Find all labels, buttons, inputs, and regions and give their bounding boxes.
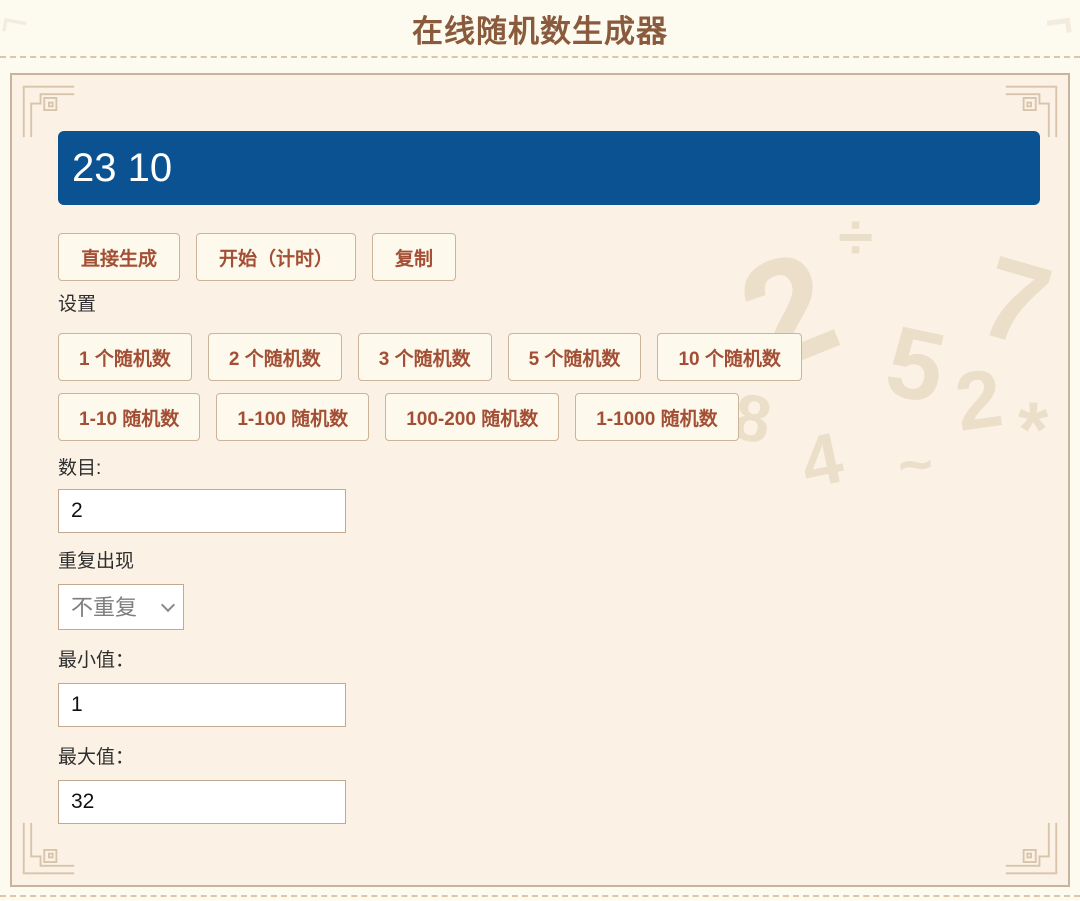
preset-5-count-button[interactable]: 5 个随机数 bbox=[507, 333, 642, 381]
actions-row: 直接生成 开始（计时） 复制 bbox=[58, 233, 1040, 281]
content-frame: 2 5 7 2 ÷ * 8 4 ~ 23 10 直接生成 开始（计时） 复制 设… bbox=[10, 73, 1070, 887]
preset-range-1-10-button[interactable]: 1-10 随机数 bbox=[58, 393, 201, 441]
bottom-divider bbox=[0, 895, 1080, 897]
preset-3-count-button[interactable]: 3 个随机数 bbox=[357, 333, 492, 381]
min-field-label: 最小值： bbox=[58, 650, 135, 671]
repeat-select-wrap: 不重复 bbox=[58, 584, 184, 630]
repeat-field-label: 重复出现 bbox=[58, 551, 135, 572]
generate-button[interactable]: 直接生成 bbox=[58, 233, 181, 281]
corner-ornament-bottom-right bbox=[1005, 822, 1058, 875]
preset-range-1-1000-button[interactable]: 1-1000 随机数 bbox=[575, 393, 739, 441]
preset-range-1-100-button[interactable]: 1-100 随机数 bbox=[216, 393, 370, 441]
header-ornament-right: ¬ bbox=[1041, 0, 1076, 49]
corner-ornament-bottom-left bbox=[22, 822, 75, 875]
repeat-select[interactable]: 不重复 bbox=[58, 584, 184, 630]
max-field-label: 最大值： bbox=[58, 747, 135, 768]
page: ⌐ 在线随机数生成器 ¬ 2 5 7 2 ÷ * 8 4 ~ 23 10 直接生… bbox=[0, 0, 1080, 901]
result-value: 23 10 bbox=[72, 145, 173, 190]
start-timed-button[interactable]: 开始（计时） bbox=[196, 233, 357, 281]
count-input[interactable] bbox=[58, 489, 346, 533]
preset-2-count-button[interactable]: 2 个随机数 bbox=[207, 333, 342, 381]
page-title: 在线随机数生成器 bbox=[412, 13, 668, 49]
copy-button[interactable]: 复制 bbox=[372, 233, 457, 281]
preset-10-count-button[interactable]: 10 个随机数 bbox=[657, 333, 802, 381]
count-preset-row: 1 个随机数 2 个随机数 3 个随机数 5 个随机数 10 个随机数 bbox=[58, 333, 1040, 381]
max-value-input[interactable] bbox=[58, 780, 346, 824]
min-value-input[interactable] bbox=[58, 683, 346, 727]
preset-1-count-button[interactable]: 1 个随机数 bbox=[58, 333, 192, 381]
preset-range-100-200-button[interactable]: 100-200 随机数 bbox=[385, 393, 560, 441]
header-ornament-left: ⌐ bbox=[0, 0, 34, 49]
page-header: ⌐ 在线随机数生成器 ¬ bbox=[0, 0, 1080, 58]
settings-heading: 设置 bbox=[58, 294, 97, 315]
result-banner: 23 10 bbox=[58, 131, 1040, 205]
range-preset-row: 1-10 随机数 1-100 随机数 100-200 随机数 1-1000 随机… bbox=[58, 393, 1040, 441]
generator-panel: 23 10 直接生成 开始（计时） 复制 设置 1 个随机数 2 个随机数 3 … bbox=[58, 131, 1040, 824]
count-field-label: 数目: bbox=[58, 458, 102, 479]
